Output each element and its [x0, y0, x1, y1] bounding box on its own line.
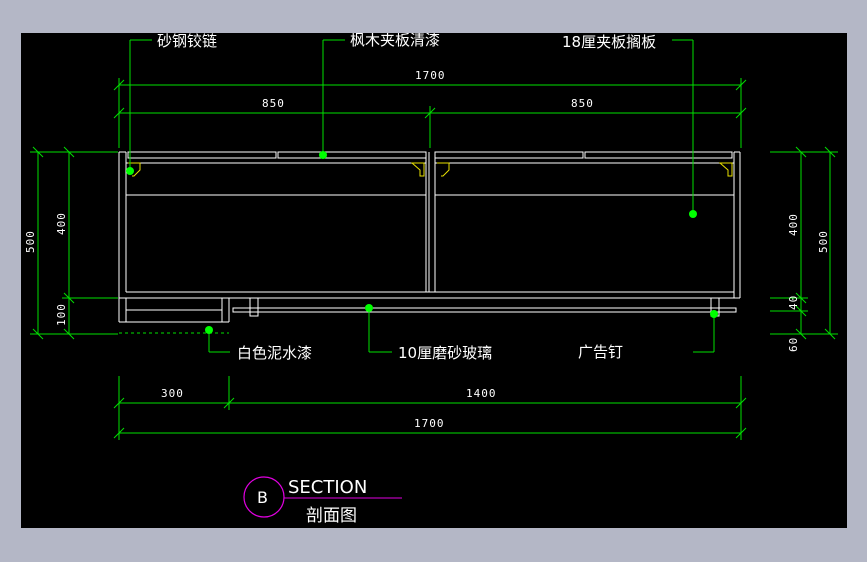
- dim-top-right: 850: [571, 97, 594, 110]
- dim-right-mid: 40: [787, 295, 800, 310]
- dim-bottom-left: 300: [161, 387, 184, 400]
- callout-frosted-glass: 10厘磨砂玻璃: [398, 344, 492, 362]
- leader-lines: [129, 39, 715, 353]
- dim-left-upper: 400: [55, 212, 68, 235]
- bottom-dimension-lines: [113, 376, 747, 440]
- dim-bottom-right: 1400: [466, 387, 497, 400]
- dim-left-outer: 500: [24, 230, 37, 253]
- callout-ad-nail: 广告钉: [578, 343, 623, 361]
- callout-dot-nail: [710, 310, 718, 318]
- section-title-en: SECTION: [288, 477, 367, 498]
- callout-dot-glass: [365, 304, 373, 312]
- section-drawing: 1700 850 850 500 400 100 400 500 40 60 砂…: [24, 33, 838, 526]
- dim-right-outer: 500: [817, 230, 830, 253]
- callout-dot-shelf: [689, 210, 697, 218]
- callout-maple-board: 枫木夹板清漆: [350, 33, 440, 49]
- dim-top-left: 850: [262, 97, 285, 110]
- dim-right-low: 60: [787, 337, 800, 352]
- callout-dot-maple: [319, 151, 327, 159]
- callout-dot-cement: [205, 326, 213, 334]
- callout-dot-hinge: [126, 167, 134, 175]
- left-dimension-lines: [30, 146, 118, 340]
- section-marker-letter: B: [257, 488, 268, 507]
- top-dimension-lines: [113, 78, 747, 148]
- cabinet-outline: [118, 151, 741, 323]
- section-title-cn: 剖面图: [306, 506, 357, 526]
- cad-drawing-area: 1700 850 850 500 400 100 400 500 40 60 砂…: [21, 33, 847, 528]
- dim-right-upper: 400: [787, 213, 800, 236]
- callout-hinge: 砂钢铰链: [157, 33, 217, 50]
- dim-top-total: 1700: [415, 69, 446, 82]
- dim-left-lower: 100: [55, 303, 68, 326]
- callout-shelf-board: 18厘夹板搁板: [562, 33, 656, 51]
- dim-bottom-total: 1700: [414, 417, 445, 430]
- hinge-brackets: [128, 162, 733, 177]
- callout-white-cement: 白色泥水漆: [237, 344, 312, 362]
